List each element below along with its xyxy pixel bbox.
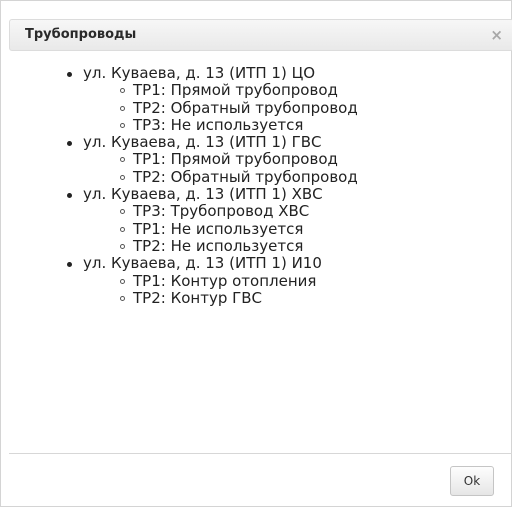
dialog-content: ул. Куваева, д. 13 (ИТП 1) ЦО ТР1: Прямо… <box>1 64 511 453</box>
tree-item: ТР2: Контур ГВС <box>133 288 511 307</box>
tree-group: ул. Куваева, д. 13 (ИТП 1) ХВС ТР3: Труб… <box>83 185 511 255</box>
tree-group-label: ул. Куваева, д. 13 (ИТП 1) ЦО <box>83 64 316 82</box>
tree-item-label: ТР1: Не используется <box>133 219 304 238</box>
tree-item-label: ТР2: Обратный трубопровод <box>133 98 358 117</box>
tree-item-label: ТР2: Контур ГВС <box>133 288 263 307</box>
tree-item: ТР3: Не используется <box>133 115 511 134</box>
tree-item-label: ТР2: Не используется <box>133 236 304 255</box>
tree-sublist: ТР1: Прямой трубопровод ТР2: Обратный тр… <box>83 82 511 134</box>
tree-item: ТР2: Обратный трубопровод <box>133 98 511 117</box>
tree-sublist: ТР3: Трубопровод ХВС ТР1: Не используетс… <box>83 203 511 255</box>
tree-item-label: ТР1: Прямой трубопровод <box>133 81 338 100</box>
footer-divider <box>9 453 512 454</box>
tree-sublist: ТР1: Прямой трубопровод ТР2: Обратный тр… <box>83 151 511 186</box>
tree-item-label: ТР2: Обратный трубопровод <box>133 167 358 186</box>
tree-group-label: ул. Куваева, д. 13 (ИТП 1) ГВС <box>83 133 322 152</box>
tree-item-label: ТР1: Контур отопления <box>133 271 317 290</box>
tree-group-label: ул. Куваева, д. 13 (ИТП 1) ХВС <box>83 185 323 204</box>
pipelines-dialog: Трубопроводы × ул. Куваева, д. 13 (ИТП 1… <box>0 0 512 507</box>
tree-item-label: ТР1: Прямой трубопровод <box>133 150 338 169</box>
tree-item: ТР2: Не используется <box>133 236 511 255</box>
tree-item: ТР1: Прямой трубопровод <box>133 151 511 168</box>
tree-group-label: ул. Куваева, д. 13 (ИТП 1) И10 <box>83 254 322 273</box>
close-icon[interactable]: × <box>490 26 503 44</box>
tree-group: ул. Куваева, д. 13 (ИТП 1) ЦО ТР1: Прямо… <box>83 64 511 134</box>
tree-group: ул. Куваева, д. 13 (ИТП 1) И10 ТР1: Конт… <box>83 255 511 307</box>
tree-item: ТР2: Обратный трубопровод <box>133 167 511 186</box>
tree-sublist: ТР1: Контур отопления ТР2: Контур ГВС <box>83 271 511 308</box>
tree-item: ТР1: Контур отопления <box>133 271 511 290</box>
tree-item-label: ТР3: Не используется <box>133 115 304 134</box>
tree-item-label: ТР3: Трубопровод ХВС <box>133 202 310 221</box>
tree-item: ТР1: Не используется <box>133 219 511 238</box>
tree-group: ул. Куваева, д. 13 (ИТП 1) ГВС ТР1: Прям… <box>83 134 511 186</box>
tree-item: ТР3: Трубопровод ХВС <box>133 203 511 220</box>
pipeline-tree: ул. Куваева, д. 13 (ИТП 1) ЦО ТР1: Прямо… <box>1 64 511 307</box>
tree-item: ТР1: Прямой трубопровод <box>133 82 511 99</box>
dialog-title: Трубопроводы <box>25 27 137 42</box>
dialog-titlebar[interactable]: Трубопроводы × <box>9 19 512 51</box>
ok-button[interactable]: Ok <box>450 466 494 496</box>
